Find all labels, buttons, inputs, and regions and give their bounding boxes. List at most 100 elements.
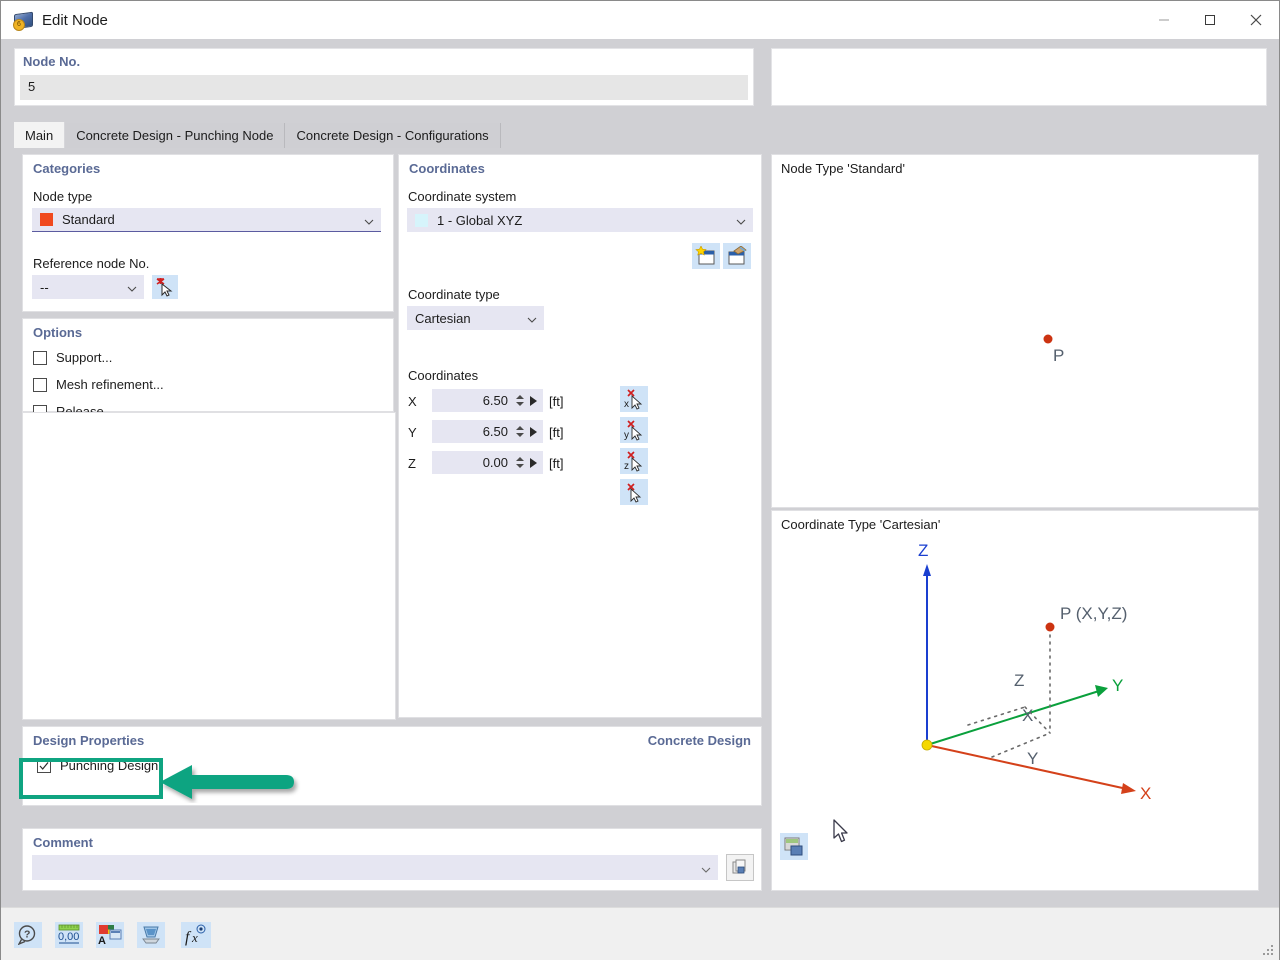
chevron-down-icon — [527, 313, 537, 323]
node-type-label: Node type — [33, 189, 92, 204]
coordinate-system-value: 1 - Global XYZ — [437, 213, 522, 228]
options-panel: Options Support... Mesh refinement... Re… — [22, 318, 394, 412]
punching-design-row[interactable]: Punching Design — [37, 758, 158, 773]
svg-text:f: f — [185, 929, 192, 946]
mesh-refinement-label: Mesh refinement... — [56, 377, 164, 392]
edit-coordinate-system-button[interactable] — [723, 243, 751, 269]
coordinate-y-axis-label: Y — [408, 425, 417, 440]
option-support-row[interactable]: Support... — [33, 350, 112, 365]
pick-point-icon — [623, 482, 645, 503]
preview-image-icon — [784, 837, 804, 857]
copy-comment-icon — [732, 859, 749, 876]
resize-grip[interactable] — [1263, 945, 1275, 957]
svg-text:x: x — [191, 930, 198, 945]
chevron-down-icon — [127, 282, 137, 292]
comment-copy-button[interactable] — [726, 854, 754, 881]
new-coordinate-system-button[interactable] — [692, 243, 720, 269]
svg-text:X: X — [1140, 784, 1151, 803]
coordinates-title: Coordinates — [409, 161, 485, 176]
coordinates-values-label: Coordinates — [408, 368, 478, 383]
help-button[interactable]: ? — [14, 922, 42, 948]
svg-text:y: y — [624, 430, 629, 441]
node-cube-icon: 6 — [13, 10, 33, 30]
svg-text:0,00: 0,00 — [58, 931, 79, 943]
comment-input[interactable] — [32, 855, 718, 880]
coordinate-system-combo[interactable]: 1 - Global XYZ — [407, 208, 753, 232]
edit-node-dialog: 6 Edit Node Node No. 5 Main Concrete Des… — [0, 0, 1280, 960]
categories-title: Categories — [33, 161, 100, 176]
pick-x-button[interactable]: x — [620, 386, 648, 412]
node-no-label: Node No. — [23, 54, 80, 69]
window-title: Edit Node — [42, 12, 108, 29]
svg-text:x: x — [624, 399, 629, 410]
tab-concrete-design-configurations[interactable]: Concrete Design - Configurations — [285, 123, 500, 148]
close-button[interactable] — [1233, 1, 1279, 39]
maximize-button[interactable] — [1187, 1, 1233, 39]
display-properties-button[interactable]: A — [96, 922, 124, 948]
punching-design-label: Punching Design — [60, 758, 158, 773]
options-title: Options — [33, 325, 82, 340]
tab-strip: Main Concrete Design - Punching Node Con… — [14, 122, 501, 148]
pick-point-button[interactable] — [620, 479, 648, 505]
left-column-filler — [22, 412, 396, 720]
svg-text:P (X,Y,Z): P (X,Y,Z) — [1060, 604, 1127, 623]
coordinate-system-label: Coordinate system — [408, 189, 516, 204]
coordinate-type-value: Cartesian — [415, 311, 471, 326]
edit-coordinate-system-icon — [726, 246, 748, 266]
option-mesh-refinement-row[interactable]: Mesh refinement... — [33, 377, 164, 392]
coordinate-z-unit: [ft] — [549, 456, 563, 471]
coordinate-type-combo[interactable]: Cartesian — [407, 306, 544, 330]
formula-button[interactable]: f x — [181, 922, 211, 948]
categories-panel: Categories Node type Standard Reference … — [22, 154, 394, 312]
svg-text:Z: Z — [1014, 671, 1024, 690]
support-checkbox[interactable] — [33, 351, 47, 365]
coordinate-x-spinner[interactable] — [514, 390, 526, 412]
window-controls — [1141, 1, 1279, 39]
coordinate-z-input[interactable]: 0.00 — [432, 451, 543, 474]
visibility-button[interactable] — [137, 922, 165, 948]
design-properties-title: Design Properties — [33, 733, 144, 748]
reference-node-label: Reference node No. — [33, 256, 149, 271]
svg-text:Y: Y — [1027, 749, 1038, 768]
header-right-panel — [771, 48, 1267, 106]
new-coordinate-system-icon — [695, 246, 717, 266]
pick-reference-node-button[interactable] — [152, 275, 178, 299]
svg-text:Y: Y — [1112, 676, 1123, 695]
coordinate-y-input[interactable]: 6.50 — [432, 420, 543, 443]
coordinate-x-input[interactable]: 6.50 — [432, 389, 543, 412]
coordinate-y-unit: [ft] — [549, 425, 563, 440]
coordinate-z-value: 0.00 — [483, 455, 514, 470]
support-label: Support... — [56, 350, 112, 365]
design-properties-category: Concrete Design — [648, 733, 751, 748]
minimize-button[interactable] — [1141, 1, 1187, 39]
reference-node-value: -- — [40, 280, 49, 295]
coordinate-y-expand-icon[interactable] — [530, 427, 537, 437]
pick-y-button[interactable]: y — [620, 417, 648, 443]
coordinate-x-value: 6.50 — [483, 393, 514, 408]
chevron-down-icon — [701, 863, 711, 873]
coordinate-x-expand-icon[interactable] — [530, 396, 537, 406]
preview-image-button[interactable] — [780, 833, 808, 860]
node-type-preview-graphic: P — [772, 155, 1258, 507]
svg-text:?: ? — [24, 929, 30, 941]
svg-text:Z: Z — [918, 541, 928, 560]
coordinate-y-spinner[interactable] — [514, 421, 526, 443]
tab-concrete-design-punching-node[interactable]: Concrete Design - Punching Node — [65, 123, 285, 148]
pick-y-icon: y — [623, 420, 645, 441]
units-number-format-icon: 0,00 — [57, 924, 81, 946]
node-no-value[interactable]: 5 — [20, 75, 748, 100]
coordinate-z-expand-icon[interactable] — [530, 458, 537, 468]
pick-z-button[interactable]: z — [620, 448, 648, 474]
node-type-combo[interactable]: Standard — [32, 208, 381, 232]
units-number-format-button[interactable]: 0,00 — [55, 922, 83, 948]
pick-z-icon: z — [623, 451, 645, 472]
reference-node-combo[interactable]: -- — [32, 275, 144, 299]
punching-design-checkbox[interactable] — [37, 759, 51, 773]
mesh-refinement-checkbox[interactable] — [33, 378, 47, 392]
tab-main[interactable]: Main — [14, 122, 65, 148]
coordinate-z-spinner[interactable] — [514, 452, 526, 474]
design-properties-panel: Design Properties Concrete Design Punchi… — [22, 726, 762, 806]
svg-text:z: z — [624, 461, 629, 472]
coordinate-type-label: Coordinate type — [408, 287, 500, 302]
comment-title: Comment — [33, 835, 93, 850]
